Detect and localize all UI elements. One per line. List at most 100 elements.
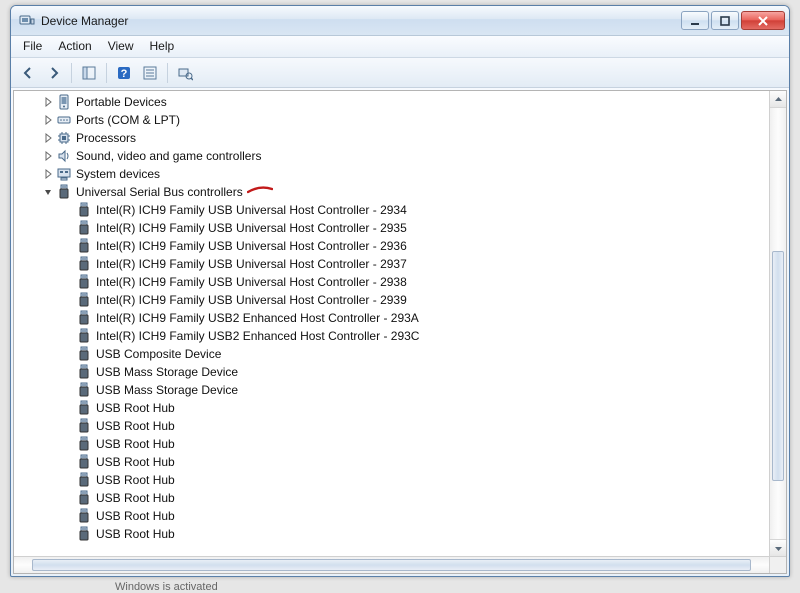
toolbar: ? [11,58,789,88]
menu-help[interactable]: Help [142,36,183,57]
usb-device-icon [76,526,92,542]
tree-device[interactable]: Intel(R) ICH9 Family USB Universal Host … [16,291,769,309]
usb-device-icon [76,472,92,488]
tree-category[interactable]: Universal Serial Bus controllers [16,183,769,201]
tree-device[interactable]: USB Root Hub [16,489,769,507]
minimize-button[interactable] [681,11,709,30]
tree-device-label: USB Mass Storage Device [96,383,238,397]
tree-category[interactable]: Ports (COM & LPT) [16,111,769,129]
tree-device[interactable]: Intel(R) ICH9 Family USB Universal Host … [16,273,769,291]
usb-device-icon [76,490,92,506]
tree-device[interactable]: Intel(R) ICH9 Family USB2 Enhanced Host … [16,327,769,345]
toolbar-separator [106,63,107,83]
ports-icon [56,112,72,128]
menubar: File Action View Help [11,36,789,58]
vertical-scroll-thumb[interactable] [772,251,784,481]
tree-device-label: USB Root Hub [96,419,175,433]
scroll-up-button[interactable] [770,91,786,108]
tree-category[interactable]: Sound, video and game controllers [16,147,769,165]
vertical-scrollbar[interactable] [769,91,786,556]
tree-device-label: Intel(R) ICH9 Family USB Universal Host … [96,221,407,235]
tree-device[interactable]: USB Root Hub [16,453,769,471]
tree-device-label: Intel(R) ICH9 Family USB Universal Host … [96,275,407,289]
usb-device-icon [76,292,92,308]
tree-device-label: Intel(R) ICH9 Family USB Universal Host … [96,293,407,307]
scan-hardware-button[interactable] [174,62,196,84]
expand-icon[interactable] [40,112,56,128]
expand-icon[interactable] [40,130,56,146]
tree-device-label: USB Root Hub [96,437,175,451]
tree-device[interactable]: USB Mass Storage Device [16,381,769,399]
tree-device-label: Intel(R) ICH9 Family USB Universal Host … [96,257,407,271]
expand-icon[interactable] [40,148,56,164]
scrollbar-corner [769,556,786,573]
collapse-icon[interactable] [40,184,56,200]
tree-device[interactable]: USB Root Hub [16,525,769,543]
usb-device-icon [76,400,92,416]
usb-category-icon [56,184,72,200]
menu-view[interactable]: View [100,36,142,57]
tree-device[interactable]: Intel(R) ICH9 Family USB Universal Host … [16,255,769,273]
tree-device-label: USB Mass Storage Device [96,365,238,379]
tree-device[interactable]: USB Root Hub [16,471,769,489]
tree-category[interactable]: Processors [16,129,769,147]
back-button[interactable] [17,62,39,84]
horizontal-scroll-thumb[interactable] [32,559,751,571]
tree-device[interactable]: USB Mass Storage Device [16,363,769,381]
tree-device[interactable]: USB Root Hub [16,435,769,453]
svg-text:?: ? [121,68,128,80]
tree-device-label: USB Root Hub [96,455,175,469]
tree-device[interactable]: Intel(R) ICH9 Family USB Universal Host … [16,201,769,219]
background-status-text: Windows is activated [5,581,795,593]
tree-device-label: USB Root Hub [96,509,175,523]
tree-device[interactable]: Intel(R) ICH9 Family USB Universal Host … [16,237,769,255]
tree-category[interactable]: Portable Devices [16,93,769,111]
usb-device-icon [76,202,92,218]
tree-device[interactable]: Intel(R) ICH9 Family USB2 Enhanced Host … [16,309,769,327]
processor-icon [56,130,72,146]
expand-icon[interactable] [40,94,56,110]
tree-category[interactable]: System devices [16,165,769,183]
tree-device[interactable]: USB Composite Device [16,345,769,363]
toolbar-separator [167,63,168,83]
tree-device-label: USB Root Hub [96,401,175,415]
usb-device-icon [76,328,92,344]
properties-button[interactable] [139,62,161,84]
tree-device[interactable]: Intel(R) ICH9 Family USB Universal Host … [16,219,769,237]
tree-device[interactable]: USB Root Hub [16,507,769,525]
maximize-button[interactable] [711,11,739,30]
device-tree[interactable]: Portable DevicesPorts (COM & LPT)Process… [14,91,769,556]
toolbar-separator [71,63,72,83]
usb-device-icon [76,346,92,362]
tree-category-label: System devices [76,167,160,181]
expand-icon[interactable] [40,166,56,182]
menu-file[interactable]: File [15,36,50,57]
tree-view-container: Portable DevicesPorts (COM & LPT)Process… [13,90,787,574]
usb-device-icon [76,382,92,398]
close-button[interactable] [741,11,785,30]
system-devices-icon [56,166,72,182]
horizontal-scrollbar[interactable] [14,556,769,573]
tree-device-label: Intel(R) ICH9 Family USB Universal Host … [96,203,407,217]
device-manager-window: Device Manager File Action View Help [10,5,790,577]
forward-button[interactable] [43,62,65,84]
tree-device-label: USB Root Hub [96,491,175,505]
tree-category-label: Universal Serial Bus controllers [76,185,243,199]
usb-device-icon [76,310,92,326]
scroll-down-button[interactable] [770,539,786,556]
menu-action[interactable]: Action [50,36,99,57]
tree-device-label: USB Root Hub [96,473,175,487]
help-button[interactable]: ? [113,62,135,84]
tree-category-label: Sound, video and game controllers [76,149,261,163]
tree-device[interactable]: USB Root Hub [16,417,769,435]
usb-device-icon [76,256,92,272]
tree-device[interactable]: USB Root Hub [16,399,769,417]
usb-device-icon [76,220,92,236]
titlebar[interactable]: Device Manager [11,6,789,36]
usb-device-icon [76,418,92,434]
usb-device-icon [76,274,92,290]
usb-device-icon [76,508,92,524]
tree-device-label: Intel(R) ICH9 Family USB Universal Host … [96,239,407,253]
window-title: Device Manager [41,14,681,28]
show-hide-console-tree-button[interactable] [78,62,100,84]
